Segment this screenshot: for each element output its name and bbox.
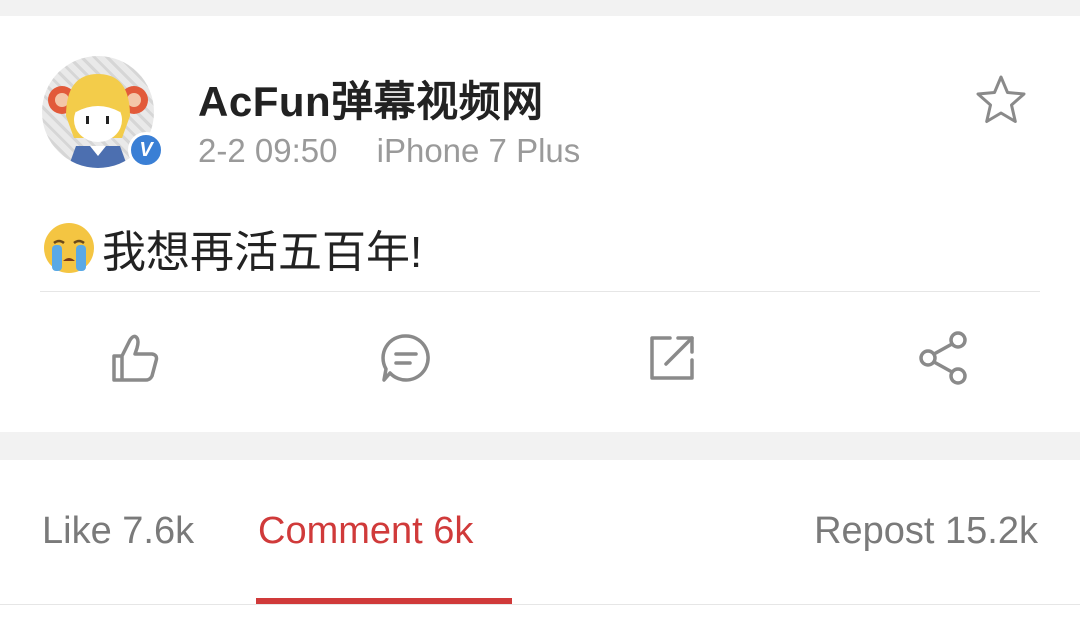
post-meta: 2-2 09:50 iPhone 7 Plus — [198, 132, 580, 170]
like-icon[interactable] — [106, 328, 166, 388]
crying-face-icon — [44, 223, 94, 273]
repost-icon[interactable] — [642, 328, 702, 388]
star-icon[interactable] — [972, 72, 1030, 130]
divider — [40, 291, 1040, 292]
avatar[interactable]: V — [42, 56, 164, 168]
tab-repost[interactable]: Repost 15.2k — [814, 510, 1038, 553]
author-name[interactable]: AcFun弹幕视频网 — [198, 68, 544, 129]
tab-comment[interactable]: Comment 6k — [258, 510, 473, 553]
post-text: 我想再活五百年! — [42, 216, 422, 280]
post-card: V AcFun弹幕视频网 2-2 09:50 iPhone 7 Plus 我想再… — [0, 16, 1080, 432]
tabs-divider — [0, 604, 1080, 605]
post-time: 2-2 09:50 — [198, 132, 338, 169]
stats-tabs: Like 7.6k Comment 6k Repost 15.2k — [0, 460, 1080, 620]
comment-icon[interactable] — [376, 328, 436, 388]
verified-badge-icon: V — [128, 132, 164, 168]
post-device: iPhone 7 Plus — [376, 132, 581, 169]
share-icon[interactable] — [914, 328, 974, 388]
tab-like[interactable]: Like 7.6k — [42, 510, 194, 553]
post-content: 我想再活五百年! — [102, 228, 423, 277]
